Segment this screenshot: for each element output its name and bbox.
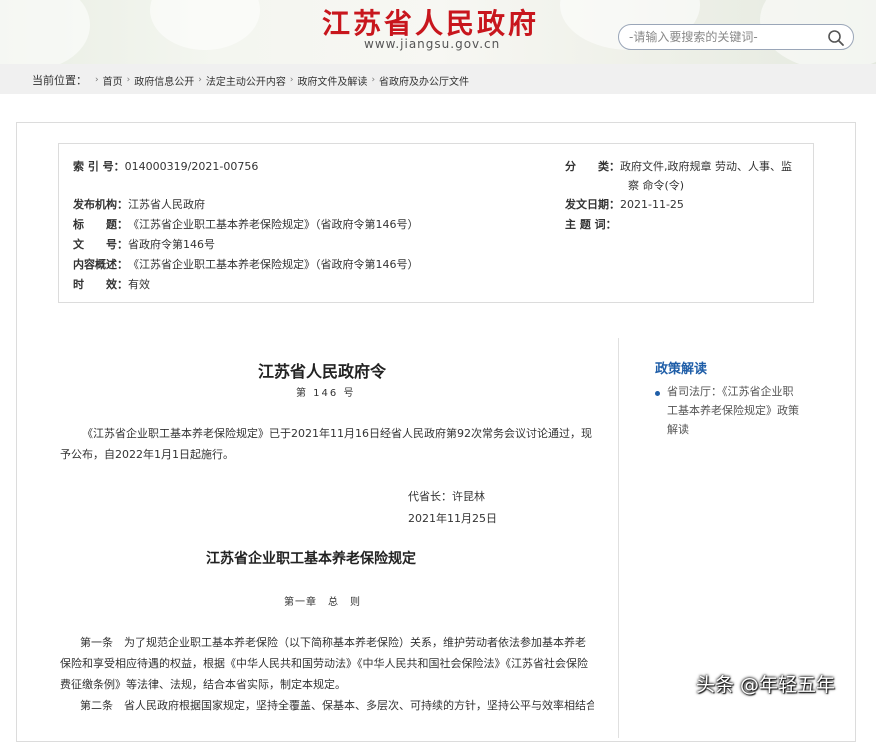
decree-number: 第 146 号 [296, 388, 356, 399]
meta-publisher: 发布机构：江苏省人民政府 [73, 198, 205, 211]
doc-meta-table: 索 引 号：014000319/2021-00756 分 类：政府文件,政府规章… [58, 143, 814, 303]
chevron-right-icon: › [95, 75, 99, 85]
side-title: 政策解读 [655, 362, 708, 377]
breadcrumb-label: 当前位置： [32, 74, 87, 87]
breadcrumb-item-statutory[interactable]: 法定主动公开内容 [206, 73, 286, 88]
breadcrumb-item-gov-docs[interactable]: 政府文件及解读 [297, 73, 367, 88]
decree-date: 2021年11月25日 [408, 512, 497, 525]
breadcrumb-item-home[interactable]: 首页 [103, 73, 123, 88]
chevron-right-icon: › [289, 75, 294, 85]
search-icon[interactable] [827, 29, 845, 47]
search-input[interactable] [629, 28, 819, 46]
decree-signer: 代省长：许昆林 [408, 490, 485, 503]
meta-subject: 主 题 词： [565, 218, 617, 231]
meta-index: 索 引 号：014000319/2021-00756 [73, 160, 259, 173]
watermark-text: 头条 @年轻五年 [696, 674, 836, 696]
chevron-right-icon: › [198, 75, 202, 85]
search-box [618, 24, 854, 50]
decree-title: 江苏省人民政府令 [258, 362, 387, 381]
article-2: 第二条 省人民政府根据国家规定，坚持全覆盖、保基本、多层次、可持续的方针，坚持公… [80, 699, 594, 712]
meta-category-cont: 察 命令(令) [628, 179, 685, 192]
meta-date: 发文日期：2021-11-25 [565, 198, 684, 211]
site-title[interactable]: 江苏省人民政府 [322, 2, 539, 42]
bullet-icon [655, 391, 660, 396]
interpretation-link[interactable]: 省司法厅：《江苏省企业职工基本养老保险规定》政策解读 [667, 382, 803, 439]
meta-validity: 时 效：有效 [73, 278, 150, 291]
breadcrumb-bar: 当前位置： › 首页 › 政府信息公开 › 法定主动公开内容 › 政府文件及解读… [0, 64, 876, 94]
meta-docno: 文 号：省政府令第146号 [73, 238, 215, 251]
breadcrumb: 当前位置： › 首页 › 政府信息公开 › 法定主动公开内容 › 政府文件及解读… [32, 72, 469, 88]
meta-category: 分 类：政府文件,政府规章 劳动、人事、监 [565, 160, 792, 173]
decree-paragraph: 《江苏省企业职工基本养老保险规定》已于2021年11月16日经省人民政府第92次… [60, 427, 592, 461]
breadcrumb-item-province-docs[interactable]: 省政府及办公厅文件 [379, 73, 469, 88]
article-1: 第一条 为了规范企业职工基本养老保险（以下简称基本养老保险）关系，维护劳动者依法… [60, 636, 588, 691]
breadcrumb-item-info-disclosure[interactable]: 政府信息公开 [134, 73, 194, 88]
site-url: www.jiangsu.gov.cn [364, 37, 501, 51]
meta-title: 标 题：《江苏省企业职工基本养老保险规定》（省政府令第146号） [73, 218, 419, 231]
site-header: 江苏省人民政府 www.jiangsu.gov.cn [0, 0, 876, 64]
chevron-right-icon: › [126, 75, 131, 85]
meta-summary: 内容概述：《江苏省企业职工基本养老保险规定》（省政府令第146号） [73, 258, 419, 271]
chapter-heading: 第一章 总 则 [284, 597, 361, 608]
rule-title: 江苏省企业职工基本养老保险规定 [206, 551, 416, 567]
chevron-right-icon: › [371, 75, 376, 85]
